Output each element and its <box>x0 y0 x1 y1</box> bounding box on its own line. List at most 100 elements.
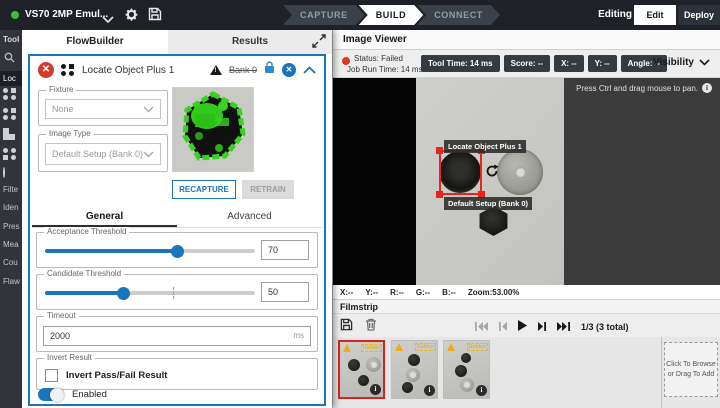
image-type-select[interactable]: Default Setup (Bank 0) <box>45 143 161 165</box>
fixture-value: None <box>52 104 143 114</box>
timeout-value: 2000 <box>50 327 293 345</box>
recapture-button[interactable]: RECAPTURE <box>172 180 236 199</box>
candidate-threshold-fieldset: Candidate Threshold 50 <box>36 274 318 310</box>
info-icon[interactable]: i <box>476 385 487 396</box>
image-type-value: Default Setup (Bank 0) <box>52 149 143 159</box>
editing-mode-label: Editing <box>598 9 632 20</box>
device-chevron-down-icon[interactable] <box>102 11 114 19</box>
sidebar-item-presence[interactable]: Pres <box>0 219 22 234</box>
play-button[interactable] <box>518 318 527 336</box>
chevron-down-icon <box>143 106 154 113</box>
pixel-coords-bar: X:-- Y:-- R:-- G:-- B:-- Zoom:53.00% <box>333 285 720 300</box>
tool-type-icon <box>61 64 75 76</box>
save-image-floppy-icon[interactable] <box>340 318 353 336</box>
sidebar-item-count[interactable]: Cou <box>0 255 22 270</box>
candidate-threshold-slider[interactable] <box>45 291 255 295</box>
tab-flowbuilder[interactable]: FlowBuilder <box>22 30 168 54</box>
invert-result-fieldset: Invert Result Invert Pass/Fail Result <box>36 358 318 390</box>
trained-image-thumbnail[interactable] <box>172 87 254 172</box>
slider-thumb[interactable] <box>171 245 184 258</box>
app-window: VS70 2MP Emul... CAPTURE BUILD CONNECT E… <box>0 0 720 408</box>
coord-g: G:-- <box>416 288 430 297</box>
job-run-time: Job Run Time: 14 ms <box>347 65 423 74</box>
warning-icon <box>395 343 403 351</box>
add-images-dropzone[interactable]: Click To Browse or Drag To Add <box>664 342 718 397</box>
visibility-dropdown[interactable]: Visibility <box>653 57 710 68</box>
tool-circle-icon[interactable] <box>3 168 18 181</box>
rotate-handle-icon[interactable] <box>485 164 499 178</box>
step-capture[interactable]: CAPTURE <box>283 5 365 25</box>
sidebar-item-flaw[interactable]: Flaw <box>0 274 22 289</box>
tool-pattern-plus-icon[interactable] <box>3 108 18 121</box>
roi-handle[interactable] <box>436 147 443 154</box>
next-frame-button[interactable] <box>538 318 546 336</box>
info-icon[interactable]: i <box>370 384 381 395</box>
enabled-label: Enabled <box>72 389 107 400</box>
sidebar-item-measure[interactable]: Mea <box>0 237 22 252</box>
thumbnail-3[interactable]: Golden i <box>443 340 490 399</box>
invert-pass-fail-checkbox[interactable] <box>45 369 58 382</box>
remove-tool-close-icon[interactable]: ✕ <box>282 63 296 77</box>
tab-general[interactable]: General <box>32 206 177 227</box>
thumb-part <box>402 382 413 393</box>
prev-frame-button[interactable] <box>499 318 507 336</box>
delete-image-trash-icon[interactable] <box>365 318 377 336</box>
candidate-threshold-value[interactable]: 50 <box>261 282 309 302</box>
golden-badge: Golden <box>361 344 382 352</box>
timeout-unit: ms <box>293 327 304 345</box>
golden-badge: Golden <box>415 343 436 351</box>
image-canvas[interactable]: Locate Object Plus 1 Default Setup (Bank… <box>333 78 720 285</box>
roi-box[interactable] <box>439 150 482 195</box>
locate-object-tool-block[interactable]: ✕ Locate Object Plus 1 ! Bank 0 ✕ Fixtur… <box>28 54 326 406</box>
result-badges: Tool Time: 14 ms Score: -- X: -- Y: -- A… <box>421 55 667 72</box>
top-bar: VS70 2MP Emul... CAPTURE BUILD CONNECT E… <box>0 0 720 30</box>
add-box-text: Click To Browse <box>666 360 716 370</box>
info-icon[interactable]: i <box>424 385 435 396</box>
tool-blob-icon[interactable] <box>3 128 18 141</box>
camera-image[interactable]: Locate Object Plus 1 Default Setup (Bank… <box>416 78 564 285</box>
tool-subtabs: General Advanced <box>32 206 322 228</box>
step-build[interactable]: BUILD <box>359 5 424 25</box>
settings-gear-icon[interactable] <box>124 7 140 23</box>
coord-y: Y:-- <box>365 288 378 297</box>
sidebar-item-locate[interactable]: Loc <box>0 71 22 86</box>
deploy-button[interactable]: Deploy <box>678 5 720 25</box>
step-connect[interactable]: CONNECT <box>417 5 500 25</box>
tool-edge-icon[interactable] <box>3 148 18 161</box>
acceptance-threshold-slider[interactable] <box>45 249 255 253</box>
tool-pattern-icon[interactable] <box>3 88 18 101</box>
collapse-chevron-up-icon[interactable] <box>303 61 316 79</box>
sidebar-item-filter[interactable]: Filte <box>0 182 22 197</box>
fixture-select[interactable]: None <box>45 99 161 119</box>
last-frame-button[interactable] <box>557 318 570 336</box>
thumb-part <box>460 378 474 392</box>
edit-button[interactable]: Edit <box>634 5 676 25</box>
acceptance-threshold-value[interactable]: 70 <box>261 240 309 260</box>
enabled-toggle[interactable] <box>38 388 64 401</box>
info-icon[interactable]: i <box>702 83 712 93</box>
tool-search-icon[interactable] <box>4 52 15 65</box>
thumbs-divider <box>661 337 662 408</box>
thumbnail-2[interactable]: Golden i <box>391 340 438 399</box>
device-name: VS70 2MP Emul... <box>25 9 108 20</box>
add-box-text: or Drag To Add <box>668 370 715 380</box>
tab-advanced[interactable]: Advanced <box>177 206 322 227</box>
invert-checkbox-label: Invert Pass/Fail Result <box>66 370 167 381</box>
lock-icon[interactable] <box>264 61 275 79</box>
first-frame-button[interactable] <box>475 318 488 336</box>
badge-y: Y: -- <box>588 55 617 72</box>
timeout-input[interactable]: 2000 ms <box>43 326 311 346</box>
sidebar-item-identify[interactable]: Iden <box>0 200 22 215</box>
frame-counter: 1/3 (3 total) <box>581 322 629 332</box>
save-job-floppy-icon[interactable] <box>148 7 164 23</box>
roi-handle[interactable] <box>436 191 443 198</box>
tab-results[interactable]: Results <box>168 30 332 54</box>
thumb-part <box>406 368 420 382</box>
warning-icon <box>447 343 455 351</box>
panel-expand-icon[interactable] <box>312 34 328 50</box>
retrain-button[interactable]: RETRAIN <box>242 180 294 199</box>
slider-thumb[interactable] <box>117 287 130 300</box>
filmstrip-controls: 1/3 (3 total) <box>333 314 720 337</box>
thumbnail-1[interactable]: Golden i <box>338 340 385 399</box>
acceptance-threshold-label: Acceptance Threshold <box>44 227 129 236</box>
